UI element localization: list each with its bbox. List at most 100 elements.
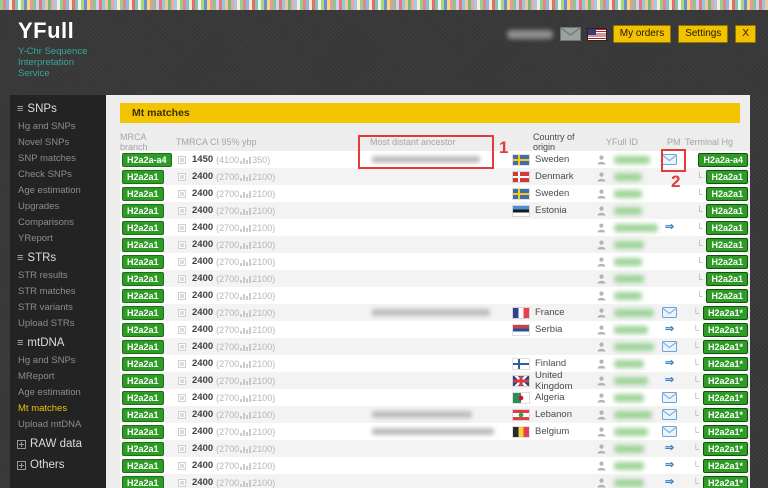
compare-arrow-icon[interactable]: ⇒ [665,477,674,488]
yfull-id-redacted[interactable] [614,461,644,470]
expand-age-icon[interactable] [178,155,186,164]
terminal-hg-badge[interactable]: H2a2a1 [706,271,748,286]
sidebar-item-str-results[interactable]: STR results [10,268,106,284]
sidebar-item-mt-matches[interactable]: Mt matches [10,401,106,417]
yfull-id-redacted[interactable] [614,206,642,215]
sidebar-item-hg-and-snps[interactable]: Hg and SNPs [10,353,106,369]
mrca-branch-badge[interactable]: H2a2a1 [122,169,164,184]
yfull-id-redacted[interactable] [614,410,652,419]
sidebar-item-novel-snps[interactable]: Novel SNPs [10,135,106,151]
yfull-id-redacted[interactable] [614,189,642,198]
terminal-hg-badge[interactable]: H2a2a1* [702,339,748,354]
mrca-branch-badge[interactable]: H2a2a1 [122,373,164,388]
expand-age-icon[interactable] [178,223,186,232]
compare-arrow-icon[interactable]: ⇒ [665,222,674,233]
yfull-id-redacted[interactable] [614,257,642,266]
terminal-hg-badge[interactable]: H2a2a1* [702,407,748,422]
terminal-hg-badge[interactable]: H2a2a1* [702,305,748,320]
mrca-branch-badge[interactable]: H2a2a1 [122,424,164,439]
mrca-branch-badge[interactable]: H2a2a1 [122,339,164,354]
expand-age-icon[interactable] [178,461,186,470]
mrca-branch-badge[interactable]: H2a2a1 [122,271,164,286]
terminal-hg-badge[interactable]: H2a2a1* [702,458,748,473]
terminal-hg-badge[interactable]: H2a2a1 [706,220,748,235]
mail-icon[interactable] [559,27,581,41]
expand-age-icon[interactable] [178,376,186,385]
sidebar-item-comparisons[interactable]: Comparisons [10,215,106,231]
yfull-id-redacted[interactable] [614,359,644,368]
yfull-id-redacted[interactable] [614,308,654,317]
yfull-id-redacted[interactable] [614,393,644,402]
terminal-hg-badge[interactable]: H2a2a1* [702,424,748,439]
mrca-branch-badge[interactable]: H2a2a1 [122,458,164,473]
compare-arrow-icon[interactable]: ⇒ [665,375,674,386]
sidebar-item-str-variants[interactable]: STR variants [10,300,106,316]
terminal-hg-badge[interactable]: H2a2a1* [702,390,748,405]
compare-arrow-icon[interactable]: ⇒ [665,443,674,454]
expand-age-icon[interactable] [178,274,186,283]
terminal-hg-badge[interactable]: H2a2a1 [706,254,748,269]
sidebar-item-upload-strs[interactable]: Upload STRs [10,316,106,332]
mrca-branch-badge[interactable]: H2a2a1 [122,475,164,488]
my-orders-button[interactable]: My orders [612,25,672,43]
terminal-hg-badge[interactable]: H2a2a-a4 [698,152,748,167]
expand-age-icon[interactable] [178,342,186,351]
yfull-id-redacted[interactable] [614,155,650,164]
sidebar-item-upgrades[interactable]: Upgrades [10,199,106,215]
expand-age-icon[interactable] [178,410,186,419]
brand-logo[interactable]: YFull [18,18,74,44]
mrca-branch-badge[interactable]: H2a2a1 [122,322,164,337]
sidebar-section-raw-data[interactable]: RAW data [10,433,106,454]
yfull-id-redacted[interactable] [613,223,658,232]
yfull-id-redacted[interactable] [614,376,648,385]
expand-age-icon[interactable] [178,240,186,249]
sidebar-section-mtdna[interactable]: ≡ mtDNA [10,332,106,353]
yfull-id-redacted[interactable] [614,274,644,283]
expand-age-icon[interactable] [178,478,186,487]
expand-age-icon[interactable] [178,393,186,402]
yfull-id-redacted[interactable] [614,172,642,181]
sidebar-item-mreport[interactable]: MReport [10,369,106,385]
terminal-hg-badge[interactable]: H2a2a1 [706,186,748,201]
terminal-hg-badge[interactable]: H2a2a1* [702,475,748,488]
mrca-branch-badge[interactable]: H2a2a1 [122,288,164,303]
mrca-branch-badge[interactable]: H2a2a1 [122,407,164,422]
terminal-hg-badge[interactable]: H2a2a1* [702,441,748,456]
settings-button[interactable]: Settings [678,25,729,43]
expand-age-icon[interactable] [178,444,186,453]
terminal-hg-badge[interactable]: H2a2a1 [706,237,748,252]
terminal-hg-badge[interactable]: H2a2a1* [702,373,748,388]
yfull-id-redacted[interactable] [614,240,644,249]
close-button[interactable]: X [735,25,756,43]
envelope-icon[interactable] [662,307,677,318]
yfull-id-redacted[interactable] [614,291,642,300]
terminal-hg-badge[interactable]: H2a2a1 [706,288,748,303]
compare-arrow-icon[interactable]: ⇒ [665,358,674,369]
yfull-id-redacted[interactable] [614,427,648,436]
envelope-icon[interactable] [662,426,677,437]
terminal-hg-badge[interactable]: H2a2a1 [706,169,748,184]
expand-age-icon[interactable] [178,427,186,436]
expand-age-icon[interactable] [178,308,186,317]
envelope-icon[interactable] [662,392,677,403]
us-flag-icon[interactable] [587,28,606,40]
sidebar-item-check-snps[interactable]: Check SNPs [10,167,106,183]
envelope-icon[interactable] [662,154,677,165]
sidebar-section-snps[interactable]: ≡ SNPs [10,98,106,119]
yfull-id-redacted[interactable] [614,478,644,487]
sidebar-item-hg-and-snps[interactable]: Hg and SNPs [10,119,106,135]
yfull-id-redacted[interactable] [614,444,644,453]
sidebar-item-yreport[interactable]: YReport [10,231,106,247]
expand-age-icon[interactable] [178,291,186,300]
mrca-branch-badge[interactable]: H2a2a1 [122,441,164,456]
yfull-id-redacted[interactable] [614,325,648,334]
envelope-icon[interactable] [662,409,677,420]
expand-age-icon[interactable] [178,257,186,266]
sidebar-section-others[interactable]: Others [10,454,106,475]
sidebar-item-upload-mtdna[interactable]: Upload mtDNA [10,417,106,433]
mrca-branch-badge[interactable]: H2a2a1 [122,254,164,269]
compare-arrow-icon[interactable]: ⇒ [665,324,674,335]
expand-age-icon[interactable] [178,206,186,215]
expand-age-icon[interactable] [178,325,186,334]
yfull-id-redacted[interactable] [614,342,654,351]
